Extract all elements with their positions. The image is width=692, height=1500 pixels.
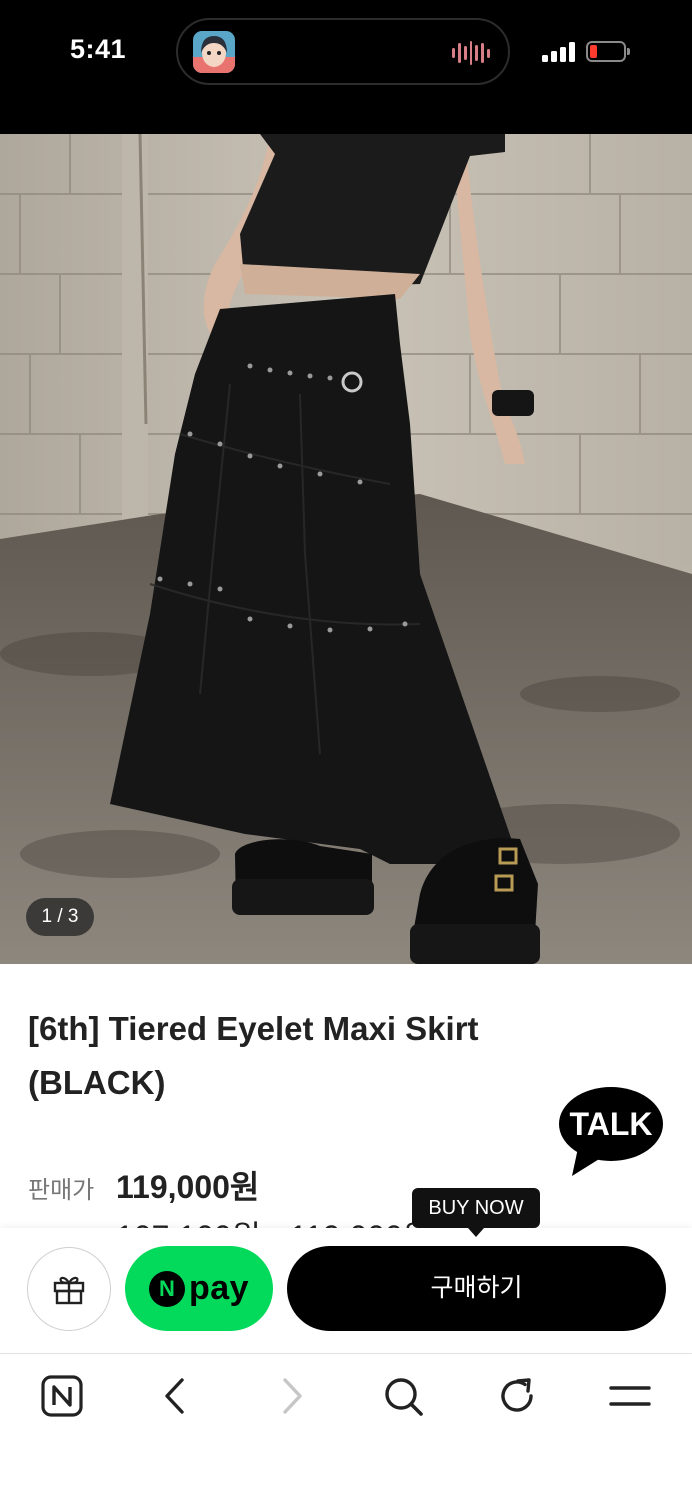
purchase-bar: N pay 구매하기 [0, 1228, 692, 1354]
buy-now-tooltip: BUY NOW [412, 1188, 540, 1237]
member-price-value: 107,100원 - 119,000원 [116, 1212, 432, 1229]
naver-pay-logo-icon: N [148, 1270, 185, 1307]
kakao-talk-button[interactable]: TALK [556, 1086, 666, 1178]
cellular-signal-icon [542, 40, 576, 62]
naver-pay-label: pay [188, 1269, 250, 1307]
battery-icon [586, 41, 630, 62]
gift-icon [53, 1276, 85, 1305]
back-icon[interactable] [153, 1373, 199, 1419]
price-label: 판매가 [28, 1177, 95, 1204]
product-image[interactable]: 1 / 3 [0, 134, 692, 964]
price-row: 판매가 119,000원 [28, 1162, 259, 1208]
gift-button[interactable] [27, 1247, 111, 1331]
buy-button[interactable]: 구매하기 [287, 1246, 666, 1331]
status-bar: 5:41 [0, 0, 692, 134]
naver-pay-button[interactable]: N pay [125, 1246, 273, 1331]
chat-bubble-icon: TALK [559, 1087, 663, 1176]
naver-home-icon[interactable] [39, 1373, 85, 1419]
product-photo-illustration [0, 134, 692, 964]
audio-waveform-icon [452, 41, 491, 65]
music-artwork-icon [193, 31, 235, 73]
browser-toolbar [0, 1355, 692, 1500]
member-price-row: 회원가 107,100원 - 119,000원 [28, 1212, 432, 1229]
product-title: [6th] Tiered Eyelet Maxi Skirt (BLACK) [28, 1010, 479, 1101]
talk-label: TALK [570, 1106, 653, 1142]
status-time: 5:41 [70, 34, 127, 64]
forward-icon[interactable] [268, 1373, 314, 1419]
refresh-icon[interactable] [494, 1373, 540, 1419]
dynamic-island[interactable] [176, 18, 510, 85]
search-icon[interactable] [380, 1373, 426, 1419]
image-counter: 1 / 3 [26, 898, 94, 936]
price-value: 119,000원 [116, 1169, 260, 1205]
menu-icon[interactable] [607, 1373, 653, 1419]
